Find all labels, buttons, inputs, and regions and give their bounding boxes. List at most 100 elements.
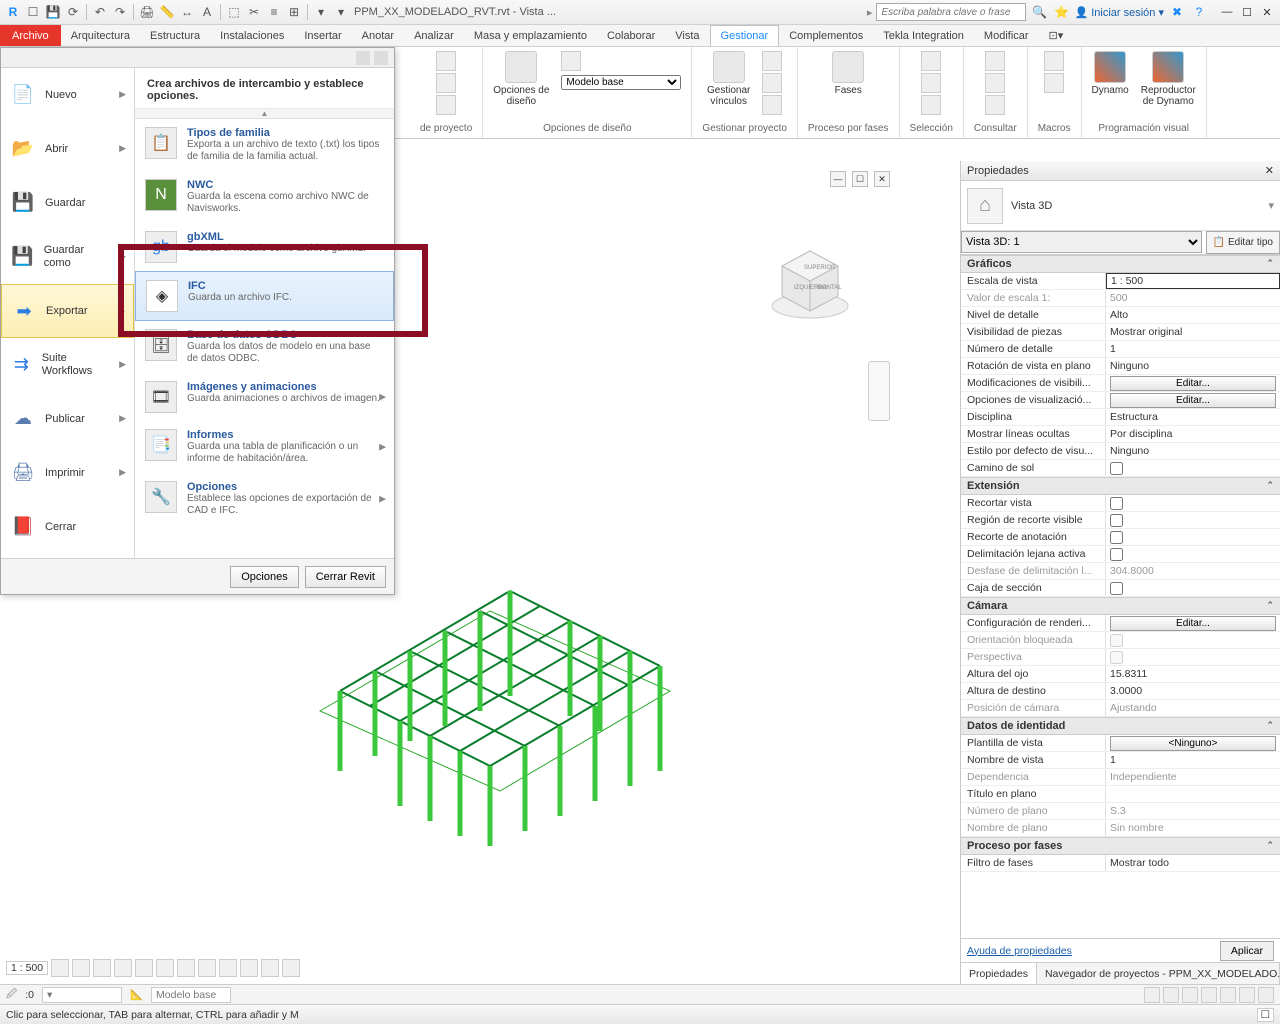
macro-icon[interactable] <box>1044 51 1064 71</box>
export-options[interactable]: 🔧OpcionesEstablece las opciones de expor… <box>135 473 394 525</box>
manage-links-button[interactable]: Gestionar vínculos <box>707 51 750 107</box>
tab-anotar[interactable]: Anotar <box>352 25 404 46</box>
crop-view-icon[interactable] <box>156 959 174 977</box>
ribbon-expand-icon[interactable]: ⊡▾ <box>1039 25 1074 46</box>
apply-button[interactable]: Aplicar <box>1220 941 1274 961</box>
select-links-icon[interactable] <box>1144 987 1160 1003</box>
prop-mod-visib-button[interactable]: Editar... <box>1110 376 1276 391</box>
view-scale[interactable]: 1 : 500 <box>6 961 48 975</box>
star-icon[interactable]: ⭐ <box>1052 3 1070 21</box>
recent-docs-icon[interactable] <box>356 51 370 65</box>
tab-modificar[interactable]: Modificar <box>974 25 1039 46</box>
close-hidden-icon[interactable]: ⊞ <box>285 3 303 21</box>
file-tab[interactable]: Archivo <box>0 25 61 46</box>
phases-button[interactable]: Fases <box>832 51 864 96</box>
lock-3d-icon[interactable] <box>198 959 216 977</box>
tab-insertar[interactable]: Insertar <box>294 25 351 46</box>
redo-icon[interactable]: ↷ <box>111 3 129 21</box>
edit-type-button[interactable]: 📋 Editar tipo <box>1206 231 1280 254</box>
settings-small-icon[interactable] <box>436 51 456 71</box>
prop-caja-seccion-checkbox[interactable] <box>1110 582 1123 595</box>
prop-plantilla-button[interactable]: <Ninguno> <box>1110 736 1276 751</box>
prop-rotacion[interactable]: Ninguno <box>1106 358 1280 374</box>
select-face-icon[interactable] <box>1201 987 1217 1003</box>
prop-visib-piezas[interactable]: Mostrar original <box>1106 324 1280 340</box>
prop-titulo-plano[interactable] <box>1106 786 1280 802</box>
switch-windows-icon[interactable]: ▾ <box>312 3 330 21</box>
decal-types-icon[interactable] <box>762 73 782 93</box>
prop-filtro-fases[interactable]: Mostrar todo <box>1106 855 1280 871</box>
selection-icon[interactable] <box>921 51 941 71</box>
inquiry-icon[interactable] <box>985 73 1005 93</box>
prop-nombre-vista[interactable]: 1 <box>1106 752 1280 768</box>
tab-gestionar[interactable]: Gestionar <box>710 25 780 46</box>
recent-docs-icon[interactable] <box>374 51 388 65</box>
view-min-icon[interactable]: ― <box>830 171 846 187</box>
design-option-status[interactable]: Modelo base <box>151 987 231 1003</box>
export-gbxml[interactable]: gbgbXMLGuarda el modelo como archivo gbX… <box>135 223 394 271</box>
collapse-icon[interactable]: ⌃ <box>1266 258 1274 270</box>
3d-icon[interactable]: ⬚ <box>225 3 243 21</box>
properties-grid[interactable]: Gráficos⌃ Escala de vista1 : 500 Valor d… <box>961 255 1280 938</box>
prop-num-detalle[interactable]: 1 <box>1106 341 1280 357</box>
sync-icon[interactable]: ⟳ <box>64 3 82 21</box>
signin-link[interactable]: 👤 Iniciar sesión ▾ <box>1074 6 1164 19</box>
print-icon[interactable]: 🖨 <box>138 3 156 21</box>
navigation-bar[interactable] <box>868 361 890 421</box>
prop-region-recorte-checkbox[interactable] <box>1110 514 1123 527</box>
tab-estructura[interactable]: Estructura <box>140 25 210 46</box>
prop-lineas-ocultas[interactable]: Por disciplina <box>1106 426 1280 442</box>
collapse-icon[interactable]: ⌃ <box>1266 720 1274 732</box>
design-option-combo[interactable]: Modelo base <box>561 75 681 90</box>
infocenter-icon[interactable]: 🔍 <box>1030 3 1048 21</box>
manage-images-icon[interactable] <box>762 51 782 71</box>
dynamo-button[interactable]: Dynamo <box>1092 51 1129 96</box>
prop-config-render-button[interactable]: Editar... <box>1110 616 1276 631</box>
export-family-types[interactable]: 📋Tipos de familiaExporta a un archivo de… <box>135 119 394 171</box>
prop-estilo-defecto[interactable]: Ninguno <box>1106 443 1280 459</box>
analytical-icon[interactable] <box>282 959 300 977</box>
export-odbc[interactable]: 🗄Base de datos ODBCGuarda los datos de m… <box>135 321 394 373</box>
prop-recortar-checkbox[interactable] <box>1110 497 1123 510</box>
thin-lines-icon[interactable]: ≡ <box>265 3 283 21</box>
reveal-hidden-icon[interactable] <box>240 959 258 977</box>
export-ifc[interactable]: ◈IFCGuarda un archivo IFC. <box>135 271 394 321</box>
pick-main-icon[interactable] <box>561 51 581 71</box>
undo-icon[interactable]: ↶ <box>91 3 109 21</box>
close-button[interactable]: ✕ <box>1258 4 1276 20</box>
options-button[interactable]: Opciones <box>230 566 298 588</box>
measure-icon[interactable]: 📏 <box>158 3 176 21</box>
help-search-input[interactable] <box>876 3 1026 21</box>
visual-style-icon[interactable] <box>72 959 90 977</box>
settings-small-icon[interactable] <box>436 95 456 115</box>
inquiry-icon[interactable] <box>985 51 1005 71</box>
crop-region-icon[interactable] <box>177 959 195 977</box>
dimension-icon[interactable]: ↔ <box>178 3 196 21</box>
background-processes-icon[interactable] <box>1258 987 1274 1003</box>
text-icon[interactable]: A <box>198 3 216 21</box>
tab-complementos[interactable]: Complementos <box>779 25 873 46</box>
project-browser-tab[interactable]: Navegador de proyectos - PPM_XX_MODELADO… <box>1037 963 1280 984</box>
active-workset-combo[interactable]: ▾ <box>42 987 122 1003</box>
section-icon[interactable]: ✂ <box>245 3 263 21</box>
prop-escala-vista[interactable]: 1 : 500 <box>1106 273 1280 289</box>
file-close[interactable]: 📕Cerrar <box>1 500 134 554</box>
open-icon[interactable]: ☐ <box>24 3 42 21</box>
save-icon[interactable]: 💾 <box>44 3 62 21</box>
select-pinned-icon[interactable] <box>1182 987 1198 1003</box>
export-reports[interactable]: 📑InformesGuarda una tabla de planificaci… <box>135 421 394 473</box>
tab-vista[interactable]: Vista <box>665 25 709 46</box>
dropdown-icon[interactable]: ▾ <box>332 3 350 21</box>
properties-help-link[interactable]: Ayuda de propiedades <box>967 945 1072 957</box>
collapse-icon[interactable]: ⌃ <box>1266 840 1274 852</box>
close-revit-button[interactable]: Cerrar Revit <box>305 566 386 588</box>
maximize-button[interactable]: ☐ <box>1238 4 1256 20</box>
temp-hide-icon[interactable] <box>219 959 237 977</box>
dynamo-player-button[interactable]: Reproductor de Dynamo <box>1141 51 1196 107</box>
export-nwc[interactable]: NNWCGuarda la escena como archivo NWC de… <box>135 171 394 223</box>
prop-opc-visual-button[interactable]: Editar... <box>1110 393 1276 408</box>
file-export[interactable]: ➡Exportar▶ <box>1 284 134 338</box>
selection-icon[interactable] <box>921 95 941 115</box>
design-options-button[interactable]: Opciones de diseño <box>493 51 549 107</box>
tab-arquitectura[interactable]: Arquitectura <box>61 25 140 46</box>
